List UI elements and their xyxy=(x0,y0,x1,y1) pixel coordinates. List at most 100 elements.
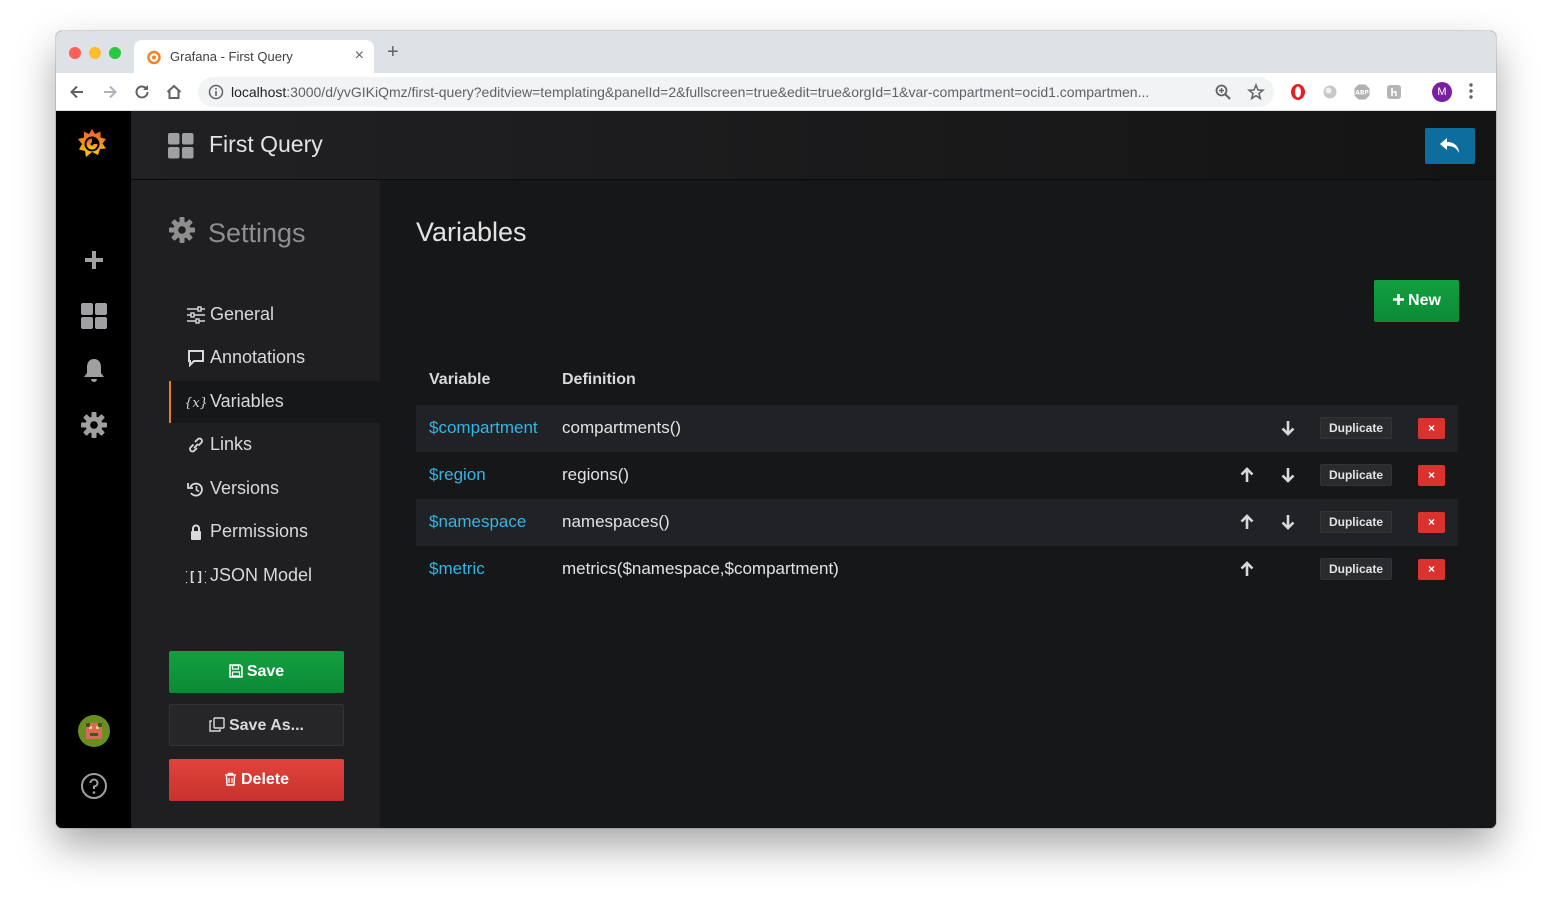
variable-row: $metric metrics($namespace,$compartment)… xyxy=(416,546,1458,593)
settings-item-versions[interactable]: Versions xyxy=(169,468,380,510)
back-arrow-icon[interactable] xyxy=(67,82,87,102)
browser-window: Grafana - First Query × + localhost:3000… xyxy=(56,31,1496,828)
alerting-bell-icon[interactable] xyxy=(80,356,108,384)
reply-arrow-icon xyxy=(1440,138,1459,153)
maximize-window-button[interactable] xyxy=(109,47,121,59)
browser-toolbar: localhost:3000/d/yvGIKiQmz/first-query?e… xyxy=(56,73,1496,111)
address-bar[interactable]: localhost:3000/d/yvGIKiQmz/first-query?e… xyxy=(198,77,1274,107)
settings-item-label: Permissions xyxy=(210,521,309,541)
save-as-button[interactable]: Save As... xyxy=(169,704,344,746)
grafana-favicon-icon xyxy=(147,50,161,65)
close-window-button[interactable] xyxy=(69,47,81,59)
url-text: localhost:3000/d/yvGIKiQmz/first-query?e… xyxy=(231,84,1211,100)
grafana-logo-icon[interactable] xyxy=(72,124,112,164)
forward-arrow-icon[interactable] xyxy=(100,82,120,102)
variable-name-link[interactable]: $region xyxy=(429,465,486,485)
adblock-extension-icon[interactable]: ABP xyxy=(1353,83,1371,101)
more-vertical-icon[interactable] xyxy=(1467,81,1475,101)
move-down-arrow-icon[interactable] xyxy=(1279,419,1297,437)
settings-item-permissions[interactable]: Permissions xyxy=(169,511,380,553)
user-avatar[interactable] xyxy=(77,714,111,748)
profile-avatar[interactable]: M xyxy=(1432,82,1452,102)
bookmark-star-icon[interactable] xyxy=(1247,83,1265,101)
save-floppy-icon xyxy=(229,664,243,678)
settings-item-label: Versions xyxy=(210,478,280,498)
extension-circle-icon[interactable] xyxy=(1321,83,1339,101)
variable-definition: regions() xyxy=(562,465,630,484)
json-icon: {[]} xyxy=(186,570,206,585)
settings-item-label: Links xyxy=(210,434,253,454)
settings-title: Settings xyxy=(208,218,306,248)
minimize-window-button[interactable] xyxy=(89,47,101,59)
move-down-arrow-icon[interactable] xyxy=(1279,466,1297,484)
variable-name-link[interactable]: $metric xyxy=(429,559,485,579)
tab-close-icon[interactable]: × xyxy=(355,47,364,65)
column-header-variable: Variable xyxy=(429,371,491,388)
duplicate-button[interactable]: Duplicate xyxy=(1320,558,1392,580)
move-down-arrow-icon[interactable] xyxy=(1279,513,1297,531)
svg-text:ABP: ABP xyxy=(1355,90,1369,97)
browser-tabbar: Grafana - First Query × + xyxy=(56,31,1496,73)
save-as-label: Save As... xyxy=(228,717,304,734)
dashboard-navbar: First Query xyxy=(131,111,1496,180)
comment-icon xyxy=(188,350,204,367)
duplicate-button[interactable]: Duplicate xyxy=(1320,464,1392,486)
variable-definition: compartments() xyxy=(562,418,682,437)
variable-row: $region regions() Duplicate × xyxy=(416,452,1458,499)
move-up-arrow-icon[interactable] xyxy=(1238,560,1256,578)
dashboards-grid-icon[interactable] xyxy=(80,302,108,330)
home-icon[interactable] xyxy=(164,82,184,102)
settings-item-links[interactable]: Links xyxy=(169,424,380,466)
plus-icon xyxy=(1393,294,1405,305)
variable-definition: metrics($namespace,$compartment) xyxy=(562,559,839,578)
settings-item-annotations[interactable]: Annotations xyxy=(169,337,380,379)
opera-extension-icon[interactable] xyxy=(1289,83,1307,101)
duplicate-button[interactable]: Duplicate xyxy=(1320,511,1392,533)
settings-item-label: Variables xyxy=(210,391,284,411)
svg-text:{[]}: {[]} xyxy=(186,570,206,585)
create-plus-icon[interactable] xyxy=(80,246,108,274)
trash-icon xyxy=(224,772,236,786)
duplicate-button[interactable]: Duplicate xyxy=(1320,417,1392,439)
extension-square-icon[interactable] xyxy=(1385,83,1403,101)
sliders-icon xyxy=(187,306,205,324)
delete-button[interactable]: Delete xyxy=(169,759,344,801)
tab-title: Grafana - First Query xyxy=(170,49,293,64)
variable-name-link[interactable]: $namespace xyxy=(429,512,526,532)
variable-row: $compartment compartments() Duplicate × xyxy=(416,405,1458,452)
variable-definition: namespaces() xyxy=(562,512,670,531)
variable-row: $namespace namespaces() Duplicate × xyxy=(416,499,1458,546)
remove-variable-button[interactable]: × xyxy=(1418,559,1445,580)
url-host: localhost xyxy=(231,84,287,100)
new-tab-button[interactable]: + xyxy=(387,42,399,62)
settings-item-json-model[interactable]: {[]} JSON Model xyxy=(169,555,380,597)
settings-item-label: JSON Model xyxy=(210,565,313,585)
column-header-definition: Definition xyxy=(562,371,636,388)
dashboard-title[interactable]: First Query xyxy=(209,131,323,158)
remove-variable-button[interactable]: × xyxy=(1418,418,1445,439)
settings-item-label: General xyxy=(210,304,275,324)
save-label: Save xyxy=(246,663,285,680)
dashboard-grid-icon xyxy=(168,133,194,159)
settings-item-variables[interactable]: {x} Variables xyxy=(169,381,380,423)
browser-tab[interactable]: Grafana - First Query × xyxy=(134,40,374,73)
remove-variable-button[interactable]: × xyxy=(1418,465,1445,486)
settings-sidebar: Settings General Annotations {x} Variabl… xyxy=(131,180,380,828)
info-icon[interactable] xyxy=(208,84,224,100)
new-variable-button[interactable]: New xyxy=(1374,280,1459,322)
delete-label: Delete xyxy=(240,771,290,788)
variables-page: Variables New Variable Definition $compa… xyxy=(380,180,1496,828)
settings-gear-icon xyxy=(169,217,195,243)
remove-variable-button[interactable]: × xyxy=(1418,512,1445,533)
back-to-dashboard-button[interactable] xyxy=(1425,128,1475,164)
move-up-arrow-icon[interactable] xyxy=(1238,466,1256,484)
configuration-gear-icon[interactable] xyxy=(80,411,108,439)
move-up-arrow-icon[interactable] xyxy=(1238,513,1256,531)
settings-item-general[interactable]: General xyxy=(169,294,380,336)
lock-icon xyxy=(191,524,201,540)
reload-icon[interactable] xyxy=(132,82,152,102)
save-button[interactable]: Save xyxy=(169,651,344,693)
zoom-icon[interactable] xyxy=(1214,83,1232,101)
variable-name-link[interactable]: $compartment xyxy=(429,418,538,438)
help-icon[interactable] xyxy=(80,772,108,800)
